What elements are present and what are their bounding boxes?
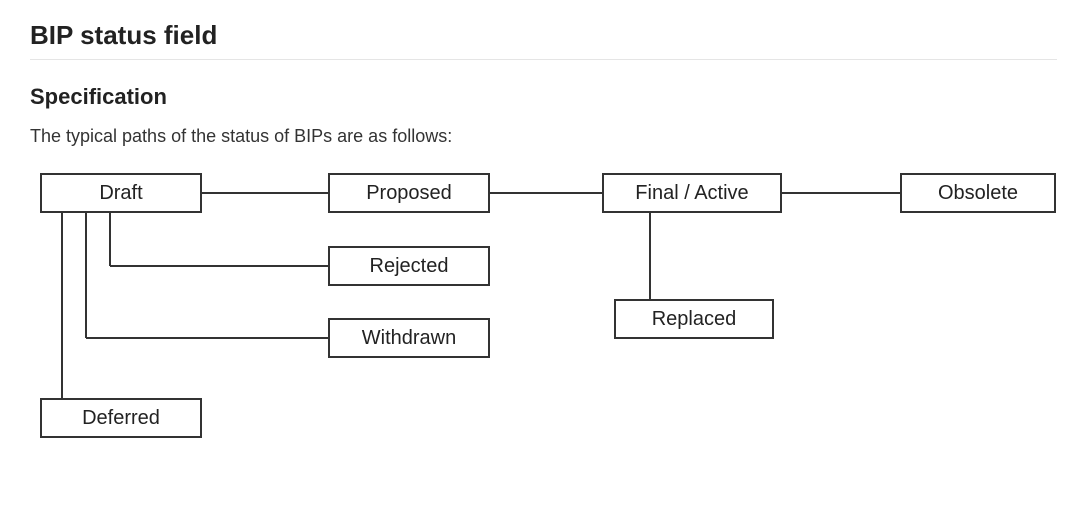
node-deferred: Deferred — [40, 398, 202, 438]
node-final-active: Final / Active — [602, 173, 782, 213]
node-label: Final / Active — [635, 182, 748, 205]
status-diagram: Draft Proposed Final / Active Obsolete R… — [30, 171, 1060, 471]
node-label: Draft — [99, 182, 142, 205]
node-replaced: Replaced — [614, 299, 774, 339]
node-withdrawn: Withdrawn — [328, 318, 490, 358]
node-label: Deferred — [82, 407, 160, 430]
node-label: Withdrawn — [362, 327, 456, 350]
node-label: Proposed — [366, 182, 452, 205]
section-subtitle: Specification — [30, 84, 1057, 110]
node-rejected: Rejected — [328, 246, 490, 286]
node-label: Rejected — [370, 255, 449, 278]
node-draft: Draft — [40, 173, 202, 213]
node-label: Replaced — [652, 308, 737, 331]
node-label: Obsolete — [938, 182, 1018, 205]
node-proposed: Proposed — [328, 173, 490, 213]
node-obsolete: Obsolete — [900, 173, 1056, 213]
lead-text: The typical paths of the status of BIPs … — [30, 126, 1057, 147]
page-title: BIP status field — [30, 20, 1057, 60]
